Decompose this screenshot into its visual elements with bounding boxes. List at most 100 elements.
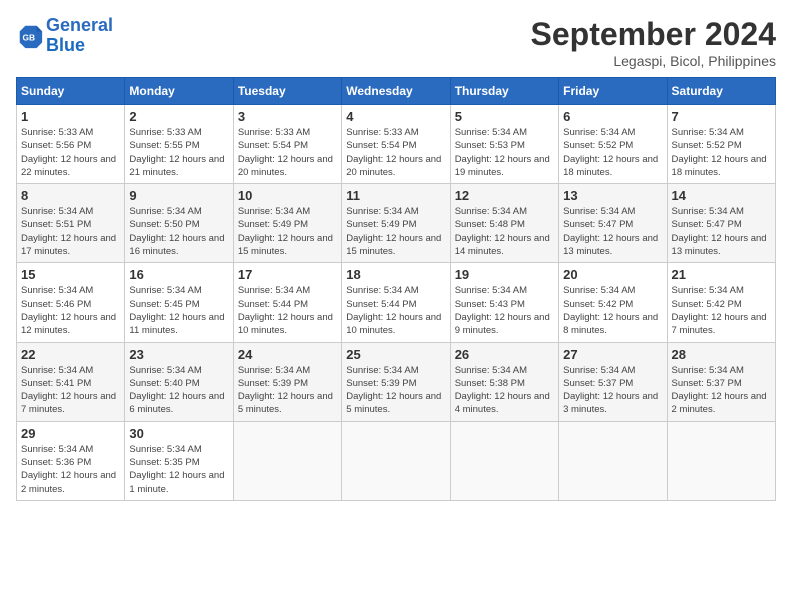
day-number: 19 (455, 267, 554, 282)
day-cell-11: 11 Sunrise: 5:34 AM Sunset: 5:49 PM Dayl… (342, 184, 450, 263)
day-info: Sunrise: 5:34 AM Sunset: 5:37 PM Dayligh… (563, 364, 662, 417)
empty-cell (667, 421, 775, 500)
day-info: Sunrise: 5:34 AM Sunset: 5:49 PM Dayligh… (238, 205, 337, 258)
day-info: Sunrise: 5:34 AM Sunset: 5:35 PM Dayligh… (129, 443, 228, 496)
day-cell-21: 21 Sunrise: 5:34 AM Sunset: 5:42 PM Dayl… (667, 263, 775, 342)
page-header: GB General Blue September 2024 Legaspi, … (16, 16, 776, 69)
day-info: Sunrise: 5:34 AM Sunset: 5:53 PM Dayligh… (455, 126, 554, 179)
empty-cell (342, 421, 450, 500)
day-number: 21 (672, 267, 771, 282)
day-cell-8: 8 Sunrise: 5:34 AM Sunset: 5:51 PM Dayli… (17, 184, 125, 263)
day-number: 29 (21, 426, 120, 441)
day-number: 8 (21, 188, 120, 203)
calendar-week-row: 8 Sunrise: 5:34 AM Sunset: 5:51 PM Dayli… (17, 184, 776, 263)
day-cell-24: 24 Sunrise: 5:34 AM Sunset: 5:39 PM Dayl… (233, 342, 341, 421)
logo: GB General Blue (16, 16, 113, 56)
day-number: 2 (129, 109, 228, 124)
day-cell-17: 17 Sunrise: 5:34 AM Sunset: 5:44 PM Dayl… (233, 263, 341, 342)
day-cell-28: 28 Sunrise: 5:34 AM Sunset: 5:37 PM Dayl… (667, 342, 775, 421)
day-cell-18: 18 Sunrise: 5:34 AM Sunset: 5:44 PM Dayl… (342, 263, 450, 342)
day-number: 10 (238, 188, 337, 203)
day-cell-20: 20 Sunrise: 5:34 AM Sunset: 5:42 PM Dayl… (559, 263, 667, 342)
day-info: Sunrise: 5:33 AM Sunset: 5:55 PM Dayligh… (129, 126, 228, 179)
day-cell-12: 12 Sunrise: 5:34 AM Sunset: 5:48 PM Dayl… (450, 184, 558, 263)
day-info: Sunrise: 5:34 AM Sunset: 5:44 PM Dayligh… (346, 284, 445, 337)
day-number: 15 (21, 267, 120, 282)
day-cell-2: 2 Sunrise: 5:33 AM Sunset: 5:55 PM Dayli… (125, 105, 233, 184)
day-number: 17 (238, 267, 337, 282)
day-cell-9: 9 Sunrise: 5:34 AM Sunset: 5:50 PM Dayli… (125, 184, 233, 263)
weekday-saturday: Saturday (667, 78, 775, 105)
day-number: 26 (455, 347, 554, 362)
day-cell-30: 30 Sunrise: 5:34 AM Sunset: 5:35 PM Dayl… (125, 421, 233, 500)
day-cell-13: 13 Sunrise: 5:34 AM Sunset: 5:47 PM Dayl… (559, 184, 667, 263)
day-cell-6: 6 Sunrise: 5:34 AM Sunset: 5:52 PM Dayli… (559, 105, 667, 184)
day-info: Sunrise: 5:34 AM Sunset: 5:42 PM Dayligh… (563, 284, 662, 337)
day-cell-10: 10 Sunrise: 5:34 AM Sunset: 5:49 PM Dayl… (233, 184, 341, 263)
day-info: Sunrise: 5:34 AM Sunset: 5:51 PM Dayligh… (21, 205, 120, 258)
weekday-thursday: Thursday (450, 78, 558, 105)
day-info: Sunrise: 5:34 AM Sunset: 5:45 PM Dayligh… (129, 284, 228, 337)
day-number: 9 (129, 188, 228, 203)
day-info: Sunrise: 5:34 AM Sunset: 5:38 PM Dayligh… (455, 364, 554, 417)
day-number: 24 (238, 347, 337, 362)
day-info: Sunrise: 5:34 AM Sunset: 5:41 PM Dayligh… (21, 364, 120, 417)
calendar-table: SundayMondayTuesdayWednesdayThursdayFrid… (16, 77, 776, 501)
day-info: Sunrise: 5:34 AM Sunset: 5:37 PM Dayligh… (672, 364, 771, 417)
weekday-header-row: SundayMondayTuesdayWednesdayThursdayFrid… (17, 78, 776, 105)
day-cell-5: 5 Sunrise: 5:34 AM Sunset: 5:53 PM Dayli… (450, 105, 558, 184)
month-title: September 2024 (531, 16, 776, 53)
calendar-week-row: 29 Sunrise: 5:34 AM Sunset: 5:36 PM Dayl… (17, 421, 776, 500)
day-info: Sunrise: 5:34 AM Sunset: 5:52 PM Dayligh… (563, 126, 662, 179)
day-number: 6 (563, 109, 662, 124)
day-cell-27: 27 Sunrise: 5:34 AM Sunset: 5:37 PM Dayl… (559, 342, 667, 421)
day-info: Sunrise: 5:34 AM Sunset: 5:47 PM Dayligh… (563, 205, 662, 258)
day-number: 12 (455, 188, 554, 203)
weekday-friday: Friday (559, 78, 667, 105)
day-number: 4 (346, 109, 445, 124)
day-cell-26: 26 Sunrise: 5:34 AM Sunset: 5:38 PM Dayl… (450, 342, 558, 421)
day-info: Sunrise: 5:34 AM Sunset: 5:40 PM Dayligh… (129, 364, 228, 417)
day-cell-22: 22 Sunrise: 5:34 AM Sunset: 5:41 PM Dayl… (17, 342, 125, 421)
day-cell-7: 7 Sunrise: 5:34 AM Sunset: 5:52 PM Dayli… (667, 105, 775, 184)
weekday-monday: Monday (125, 78, 233, 105)
day-number: 5 (455, 109, 554, 124)
day-cell-1: 1 Sunrise: 5:33 AM Sunset: 5:56 PM Dayli… (17, 105, 125, 184)
day-number: 18 (346, 267, 445, 282)
day-number: 28 (672, 347, 771, 362)
day-cell-3: 3 Sunrise: 5:33 AM Sunset: 5:54 PM Dayli… (233, 105, 341, 184)
day-info: Sunrise: 5:34 AM Sunset: 5:49 PM Dayligh… (346, 205, 445, 258)
empty-cell (233, 421, 341, 500)
empty-cell (450, 421, 558, 500)
day-number: 11 (346, 188, 445, 203)
location: Legaspi, Bicol, Philippines (531, 53, 776, 69)
day-info: Sunrise: 5:34 AM Sunset: 5:39 PM Dayligh… (346, 364, 445, 417)
day-info: Sunrise: 5:34 AM Sunset: 5:48 PM Dayligh… (455, 205, 554, 258)
logo-icon: GB (16, 22, 44, 50)
calendar-week-row: 22 Sunrise: 5:34 AM Sunset: 5:41 PM Dayl… (17, 342, 776, 421)
day-cell-19: 19 Sunrise: 5:34 AM Sunset: 5:43 PM Dayl… (450, 263, 558, 342)
weekday-sunday: Sunday (17, 78, 125, 105)
day-number: 3 (238, 109, 337, 124)
day-info: Sunrise: 5:34 AM Sunset: 5:46 PM Dayligh… (21, 284, 120, 337)
weekday-tuesday: Tuesday (233, 78, 341, 105)
day-cell-14: 14 Sunrise: 5:34 AM Sunset: 5:47 PM Dayl… (667, 184, 775, 263)
day-cell-23: 23 Sunrise: 5:34 AM Sunset: 5:40 PM Dayl… (125, 342, 233, 421)
day-number: 22 (21, 347, 120, 362)
day-info: Sunrise: 5:33 AM Sunset: 5:56 PM Dayligh… (21, 126, 120, 179)
day-number: 20 (563, 267, 662, 282)
day-info: Sunrise: 5:34 AM Sunset: 5:42 PM Dayligh… (672, 284, 771, 337)
day-info: Sunrise: 5:34 AM Sunset: 5:43 PM Dayligh… (455, 284, 554, 337)
day-info: Sunrise: 5:34 AM Sunset: 5:39 PM Dayligh… (238, 364, 337, 417)
day-number: 27 (563, 347, 662, 362)
day-info: Sunrise: 5:34 AM Sunset: 5:47 PM Dayligh… (672, 205, 771, 258)
day-number: 1 (21, 109, 120, 124)
day-number: 14 (672, 188, 771, 203)
day-number: 30 (129, 426, 228, 441)
day-number: 23 (129, 347, 228, 362)
day-info: Sunrise: 5:34 AM Sunset: 5:36 PM Dayligh… (21, 443, 120, 496)
day-number: 25 (346, 347, 445, 362)
weekday-wednesday: Wednesday (342, 78, 450, 105)
title-block: September 2024 Legaspi, Bicol, Philippin… (531, 16, 776, 69)
logo-text: General Blue (46, 16, 113, 56)
